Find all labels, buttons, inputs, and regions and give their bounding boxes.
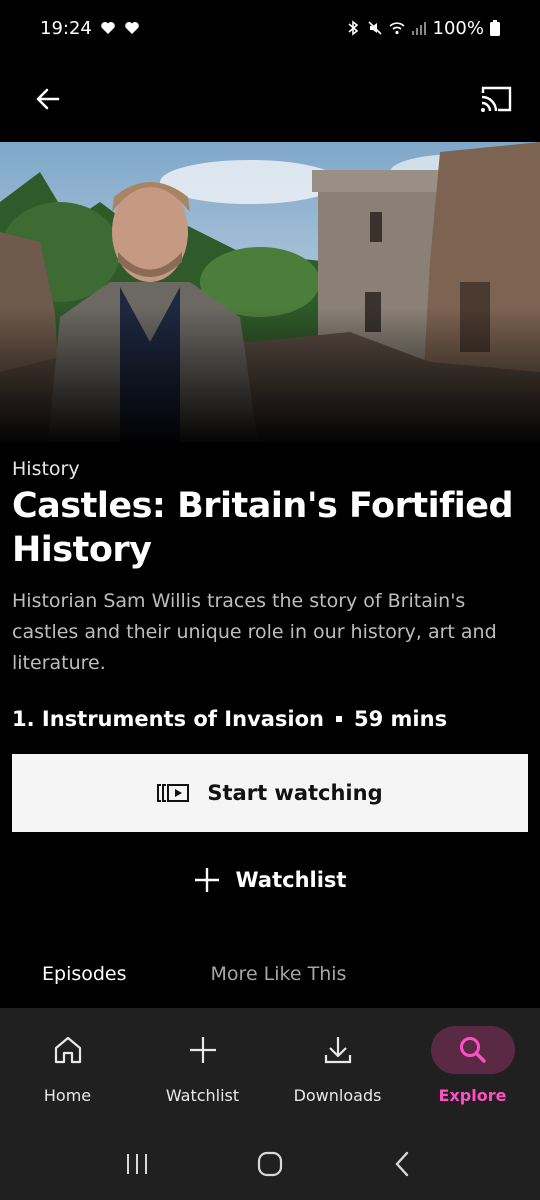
cast-button[interactable] — [476, 79, 516, 119]
watchlist-label: Watchlist — [235, 868, 347, 892]
cast-icon — [481, 86, 512, 112]
home-system-button[interactable] — [240, 1134, 300, 1194]
recent-apps-button[interactable] — [107, 1134, 167, 1194]
nav-explore[interactable]: Explore — [405, 1008, 540, 1128]
content-tabs: Episodes More Like This — [0, 948, 540, 1000]
programme-details: History Castles: Britain's Fortified His… — [12, 458, 528, 735]
programme-description: Historian Sam Willis traces the story of… — [12, 590, 497, 674]
mute-icon — [367, 21, 382, 35]
battery-icon — [490, 20, 500, 36]
wifi-icon — [388, 22, 405, 35]
tab-more-like-this[interactable]: More Like This — [211, 948, 347, 1000]
nav-icon-wrapper — [161, 1026, 245, 1074]
start-watching-button[interactable]: Start watching — [12, 754, 528, 832]
hero-image — [0, 142, 540, 442]
home-circle-icon — [257, 1151, 283, 1177]
nav-label-watchlist: Watchlist — [165, 1086, 240, 1105]
status-time: 19:24 — [40, 17, 92, 39]
back-button[interactable] — [28, 79, 68, 119]
episode-duration: 59 mins — [354, 707, 448, 731]
system-navigation-bar — [0, 1128, 540, 1200]
bluetooth-icon — [348, 20, 358, 36]
nav-home[interactable]: Home — [0, 1008, 135, 1128]
nav-label-explore: Explore — [438, 1086, 507, 1105]
heart-icon — [125, 22, 139, 34]
nav-downloads[interactable]: Downloads — [270, 1008, 405, 1128]
battery-percentage: 100% — [432, 17, 484, 39]
top-bar — [0, 56, 540, 142]
home-icon — [54, 1036, 81, 1064]
download-icon — [324, 1037, 351, 1064]
nav-icon-wrapper — [296, 1026, 380, 1074]
genre-label[interactable]: History — [12, 458, 528, 480]
play-episode-icon — [157, 784, 190, 802]
hero-illustration — [0, 142, 540, 442]
nav-icon-wrapper — [26, 1026, 110, 1074]
recent-apps-icon — [126, 1154, 147, 1174]
nav-watchlist[interactable]: Watchlist — [135, 1008, 270, 1128]
signal-icon — [411, 22, 426, 35]
separator-dot — [336, 716, 343, 722]
status-bar: 19:24 100% — [0, 0, 540, 56]
start-watching-label: Start watching — [207, 781, 383, 805]
tab-episodes[interactable]: Episodes — [42, 948, 127, 1000]
episode-info: 1. Instruments of Invasion 59 mins — [12, 703, 528, 735]
search-icon — [459, 1037, 486, 1063]
arrow-left-icon — [36, 88, 60, 110]
chevron-left-icon — [395, 1151, 409, 1177]
heart-icon — [101, 22, 115, 34]
nav-icon-wrapper — [430, 1026, 515, 1074]
nav-label-home: Home — [43, 1086, 92, 1105]
status-left: 19:24 — [40, 18, 140, 39]
status-right: 100% — [345, 18, 500, 39]
add-to-watchlist-button[interactable]: Watchlist — [12, 852, 528, 908]
plus-icon — [194, 868, 219, 892]
system-back-button[interactable] — [373, 1134, 433, 1194]
nav-label-downloads: Downloads — [293, 1086, 382, 1105]
plus-icon — [189, 1037, 216, 1063]
programme-title: Castles: Britain's Fortified History — [12, 486, 514, 570]
episode-title: 1. Instruments of Invasion — [12, 707, 325, 731]
bottom-navigation: Home Watchlist Downloads Explore — [0, 1008, 540, 1128]
